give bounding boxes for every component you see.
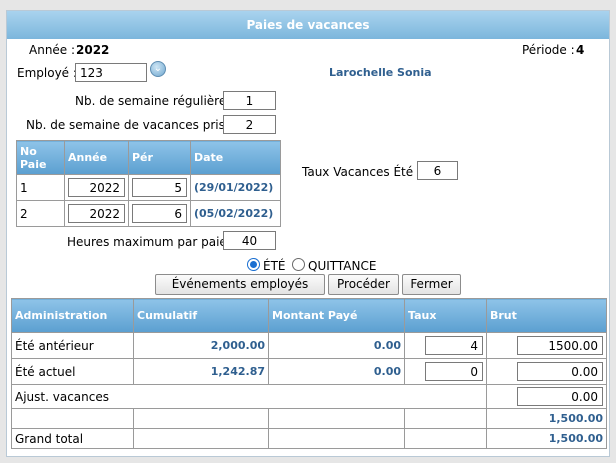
window-title: Paies de vacances [7, 11, 609, 39]
summer-rate-label: Taux Vacances Été : [302, 165, 421, 179]
rate-input[interactable] [425, 362, 483, 381]
gross-input[interactable] [517, 362, 603, 381]
max-hours-input[interactable] [223, 231, 276, 250]
regular-weeks-input[interactable] [223, 91, 276, 110]
table-row: 1 (29/01/2022) [16, 174, 281, 201]
paid-value: 0.00 [268, 332, 405, 359]
table-row: Ajust. vacances [11, 384, 607, 409]
gross-input[interactable] [517, 336, 603, 355]
subtotal-value: 1,500.00 [486, 408, 607, 429]
proceed-button[interactable]: Procéder [328, 274, 399, 295]
col-header-annee: Année [64, 140, 129, 175]
rate-input[interactable] [425, 336, 483, 355]
receipt-radio-label: QUITTANCE [308, 259, 377, 273]
col-header-administration: Administration [11, 298, 134, 333]
period-label: Période : [522, 43, 575, 57]
row-label: Été actuel [11, 358, 134, 385]
year-label: Année : [29, 43, 76, 57]
table-row: 2 (05/02/2022) [16, 200, 281, 227]
vacation-weeks-label: Nb. de semaine de vacances prise : [26, 118, 241, 132]
pay-periods-table: No Paie Année Pér Date 1 (29/01/2022) 2 … [16, 140, 281, 227]
year-value: 2022 [76, 43, 110, 57]
vacation-pay-panel: Paies de vacances Année : 2022 Période :… [6, 10, 610, 457]
col-header-per: Pér [128, 140, 191, 175]
employee-name: Larochelle Sonia [329, 66, 432, 79]
pay-date: (05/02/2022) [190, 200, 281, 227]
table-row: 1,500.00 [11, 408, 607, 429]
summary-table: Administration Cumulatif Montant Payé Ta… [11, 298, 607, 449]
employee-input[interactable] [75, 63, 147, 82]
col-header-brut: Brut [486, 298, 607, 333]
row-label: Été antérieur [11, 332, 134, 359]
pay-year-input[interactable] [68, 178, 125, 197]
employee-events-button[interactable]: Événements employés [155, 274, 325, 295]
pay-period-input[interactable] [132, 178, 187, 197]
col-header-no-paie: No Paie [16, 140, 65, 175]
pay-year-input[interactable] [68, 204, 125, 223]
employee-label: Employé : [17, 66, 77, 80]
regular-weeks-label: Nb. de semaine régulière : [75, 94, 235, 108]
adjust-label: Ajust. vacances [11, 384, 487, 409]
table-row: Grand total 1,500.00 [11, 428, 607, 449]
close-button[interactable]: Fermer [402, 274, 461, 295]
cumulative-value: 1,242.87 [133, 358, 269, 385]
table-row: Été actuel 1,242.87 0.00 [11, 358, 607, 385]
max-hours-label: Heures maximum par paie : [67, 235, 235, 249]
grand-total-value: 1,500.00 [486, 428, 607, 449]
pay-no: 2 [16, 200, 65, 227]
summer-rate-input[interactable] [417, 161, 458, 180]
col-header-taux: Taux [404, 298, 487, 333]
chevron-down-icon[interactable]: ⌄ [150, 61, 166, 77]
pay-no: 1 [16, 174, 65, 201]
col-header-date: Date [190, 140, 281, 175]
pay-period-input[interactable] [132, 204, 187, 223]
summer-radio-label: ÉTÉ [263, 259, 286, 273]
paid-value: 0.00 [268, 358, 405, 385]
col-header-cumulatif: Cumulatif [133, 298, 269, 333]
cumulative-value: 2,000.00 [133, 332, 269, 359]
summer-radio[interactable] [247, 258, 260, 271]
vacation-weeks-input[interactable] [223, 115, 276, 134]
adjust-input[interactable] [517, 387, 603, 406]
pay-date: (29/01/2022) [190, 174, 281, 201]
period-value: 4 [576, 43, 585, 57]
table-row: Été antérieur 2,000.00 0.00 [11, 332, 607, 359]
col-header-montant-paye: Montant Payé [268, 298, 405, 333]
receipt-radio[interactable] [292, 258, 305, 271]
grand-total-label: Grand total [11, 428, 134, 449]
